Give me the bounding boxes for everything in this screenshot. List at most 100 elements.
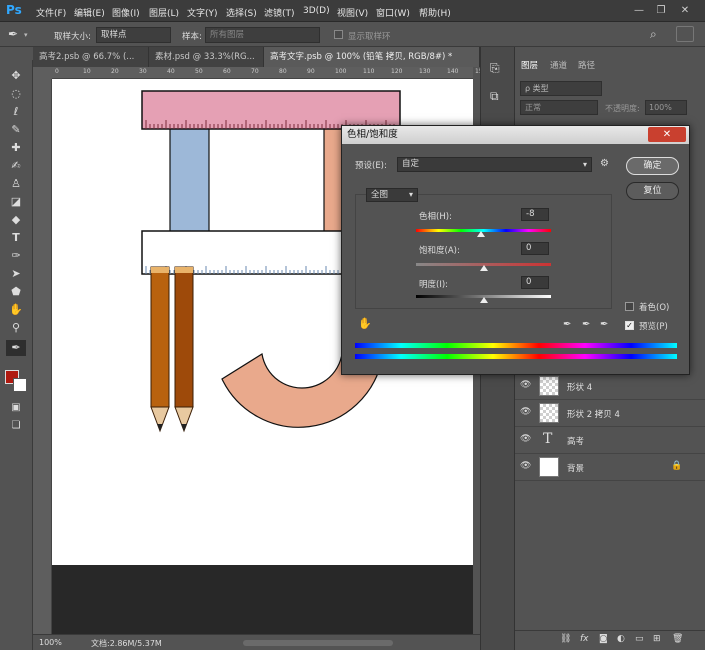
- hue-input[interactable]: -8: [521, 208, 549, 221]
- properties-icon[interactable]: ⧉: [490, 89, 499, 104]
- eye-icon[interactable]: 👁: [520, 434, 532, 446]
- menu-view[interactable]: 视图(V): [337, 6, 368, 19]
- sample-select[interactable]: 所有图层: [205, 27, 320, 43]
- hand-adjust-icon[interactable]: ✋: [358, 317, 372, 330]
- layer-row[interactable]: 👁 形状 4: [515, 373, 705, 400]
- history-icon[interactable]: ⎘: [490, 61, 500, 76]
- tab-paths[interactable]: 路径: [578, 59, 595, 71]
- opacity-input[interactable]: 100%: [645, 100, 687, 115]
- mask-icon[interactable]: ◙: [599, 634, 608, 644]
- eye-icon[interactable]: 👁: [520, 407, 532, 419]
- show-ring-checkbox[interactable]: [334, 30, 343, 39]
- menu-file[interactable]: 文件(F): [36, 6, 66, 19]
- search-icon[interactable]: ⌕: [650, 27, 657, 42]
- lightness-label: 明度(I):: [419, 280, 449, 290]
- workspace-icon[interactable]: [676, 26, 694, 42]
- brush-tool-icon[interactable]: ✍: [6, 158, 26, 174]
- layer-filter-select[interactable]: ρ 类型: [520, 81, 602, 96]
- layer-row[interactable]: 👁 形状 2 拷贝 4: [515, 400, 705, 427]
- lasso-tool-icon[interactable]: ℓ: [6, 104, 26, 120]
- menu-layer[interactable]: 图层(L): [149, 6, 179, 19]
- tab-channels[interactable]: 通道: [550, 59, 567, 71]
- close-icon[interactable]: ✕: [676, 3, 694, 18]
- layer-row[interactable]: 👁 背景 🔒: [515, 454, 705, 481]
- saturation-slider-thumb[interactable]: [479, 265, 488, 271]
- chevron-down-icon[interactable]: ▾: [24, 31, 28, 39]
- background-color-swatch[interactable]: [13, 378, 27, 392]
- eyedropper-minus-icon[interactable]: ✒: [600, 319, 608, 330]
- gradient-tool-icon[interactable]: ◆: [6, 212, 26, 228]
- fx-icon[interactable]: fx: [580, 634, 589, 644]
- reset-button[interactable]: 复位: [626, 182, 679, 200]
- eyedropper-icon[interactable]: ✒: [563, 319, 571, 330]
- link-icon[interactable]: ⛓: [560, 634, 571, 644]
- horizontal-scrollbar[interactable]: [243, 640, 393, 646]
- folder-icon[interactable]: ▭: [635, 634, 644, 644]
- ruler-tick-label: 110: [363, 68, 375, 75]
- ruler-tick-label: 60: [223, 68, 231, 75]
- ok-button[interactable]: 确定: [626, 157, 679, 175]
- pen-tool-icon[interactable]: ✑: [6, 248, 26, 264]
- marquee-tool-icon[interactable]: ◌: [6, 86, 26, 102]
- eyedropper-icon[interactable]: ✒: [8, 27, 18, 41]
- pink-ruler: [141, 90, 401, 130]
- trash-icon[interactable]: 🗑: [672, 634, 683, 644]
- lightness-input[interactable]: 0: [521, 276, 549, 289]
- colorize-checkbox[interactable]: [625, 302, 634, 311]
- menu-3d[interactable]: 3D(D): [303, 6, 330, 16]
- channel-select[interactable]: 全图 ▾: [366, 188, 418, 202]
- tab-layers[interactable]: 图层: [521, 59, 538, 71]
- menu-edit[interactable]: 编辑(E): [74, 6, 105, 19]
- tab-doc-2-label: 素材.psd @ 33.3%(RG...: [155, 52, 255, 62]
- menu-filter[interactable]: 滤镜(T): [264, 6, 295, 19]
- zoom-tool-icon[interactable]: ⚲: [6, 320, 26, 336]
- adjust-group: [355, 194, 612, 309]
- new-layer-icon[interactable]: ⊞: [653, 634, 661, 644]
- lightness-slider-thumb[interactable]: [479, 297, 488, 303]
- move-tool-icon[interactable]: ✥: [6, 68, 26, 84]
- ruler-tick-label: 30: [139, 68, 147, 75]
- zoom-level[interactable]: 100%: [39, 638, 62, 647]
- preset-select[interactable]: 自定 ▾: [397, 157, 592, 172]
- layers-bottom-bar: ⛓ fx ◙ ◐ ▭ ⊞ 🗑: [515, 630, 705, 650]
- adjustment-icon[interactable]: ◐: [617, 634, 625, 644]
- hand-tool-icon[interactable]: ✋: [6, 302, 26, 318]
- path-select-tool-icon[interactable]: ➤: [6, 266, 26, 282]
- eye-icon[interactable]: 👁: [520, 461, 532, 473]
- menu-image[interactable]: 图像(I): [112, 6, 140, 19]
- menu-window[interactable]: 窗口(W): [376, 6, 410, 19]
- tab-doc-1[interactable]: 高考2.psb @ 66.7% (...: [33, 47, 149, 67]
- preview-checkbox[interactable]: ✓: [625, 321, 634, 330]
- gear-icon[interactable]: ⚙: [600, 158, 609, 169]
- quick-mask-icon[interactable]: ▣: [6, 400, 26, 416]
- chevron-down-icon: ▾: [408, 190, 413, 199]
- hue-slider-thumb[interactable]: [476, 231, 485, 237]
- menu-type[interactable]: 文字(Y): [187, 6, 218, 19]
- sample-size-select[interactable]: 取样点: [96, 27, 171, 43]
- screen-mode-icon[interactable]: ❏: [6, 418, 26, 434]
- ruler-tick-label: 140: [447, 68, 459, 75]
- eyedropper-plus-icon[interactable]: ✒: [582, 319, 590, 330]
- close-icon[interactable]: ✕: [648, 127, 686, 142]
- eraser-tool-icon[interactable]: ◪: [6, 194, 26, 210]
- stamp-tool-icon[interactable]: ♙: [6, 176, 26, 192]
- saturation-input[interactable]: 0: [521, 242, 549, 255]
- eye-icon[interactable]: 👁: [520, 380, 532, 392]
- quick-select-tool-icon[interactable]: ✎: [6, 122, 26, 138]
- shape-tool-icon[interactable]: ⬟: [6, 284, 26, 300]
- hue-value: -8: [526, 209, 535, 219]
- blend-mode-select[interactable]: 正常: [520, 100, 598, 115]
- menu-select[interactable]: 选择(S): [226, 6, 257, 19]
- peach-column: [323, 124, 343, 236]
- maximize-icon[interactable]: ❐: [652, 3, 670, 18]
- tab-doc-3[interactable]: 高考文字.psb @ 100% (铅笔 拷贝, RGB/8#) *: [264, 47, 480, 67]
- eyedropper-tool-icon[interactable]: ✒: [6, 340, 26, 356]
- preview-label: 预览(P): [639, 322, 668, 332]
- layer-row[interactable]: 👁 T 高考: [515, 427, 705, 454]
- healing-tool-icon[interactable]: ✚: [6, 140, 26, 156]
- tab-doc-2[interactable]: 素材.psd @ 33.3%(RG...: [149, 47, 264, 67]
- type-tool-icon[interactable]: T: [6, 230, 26, 246]
- minimize-icon[interactable]: —: [630, 3, 648, 18]
- menu-help[interactable]: 帮助(H): [419, 6, 451, 19]
- ruler-tick-label: 120: [391, 68, 403, 75]
